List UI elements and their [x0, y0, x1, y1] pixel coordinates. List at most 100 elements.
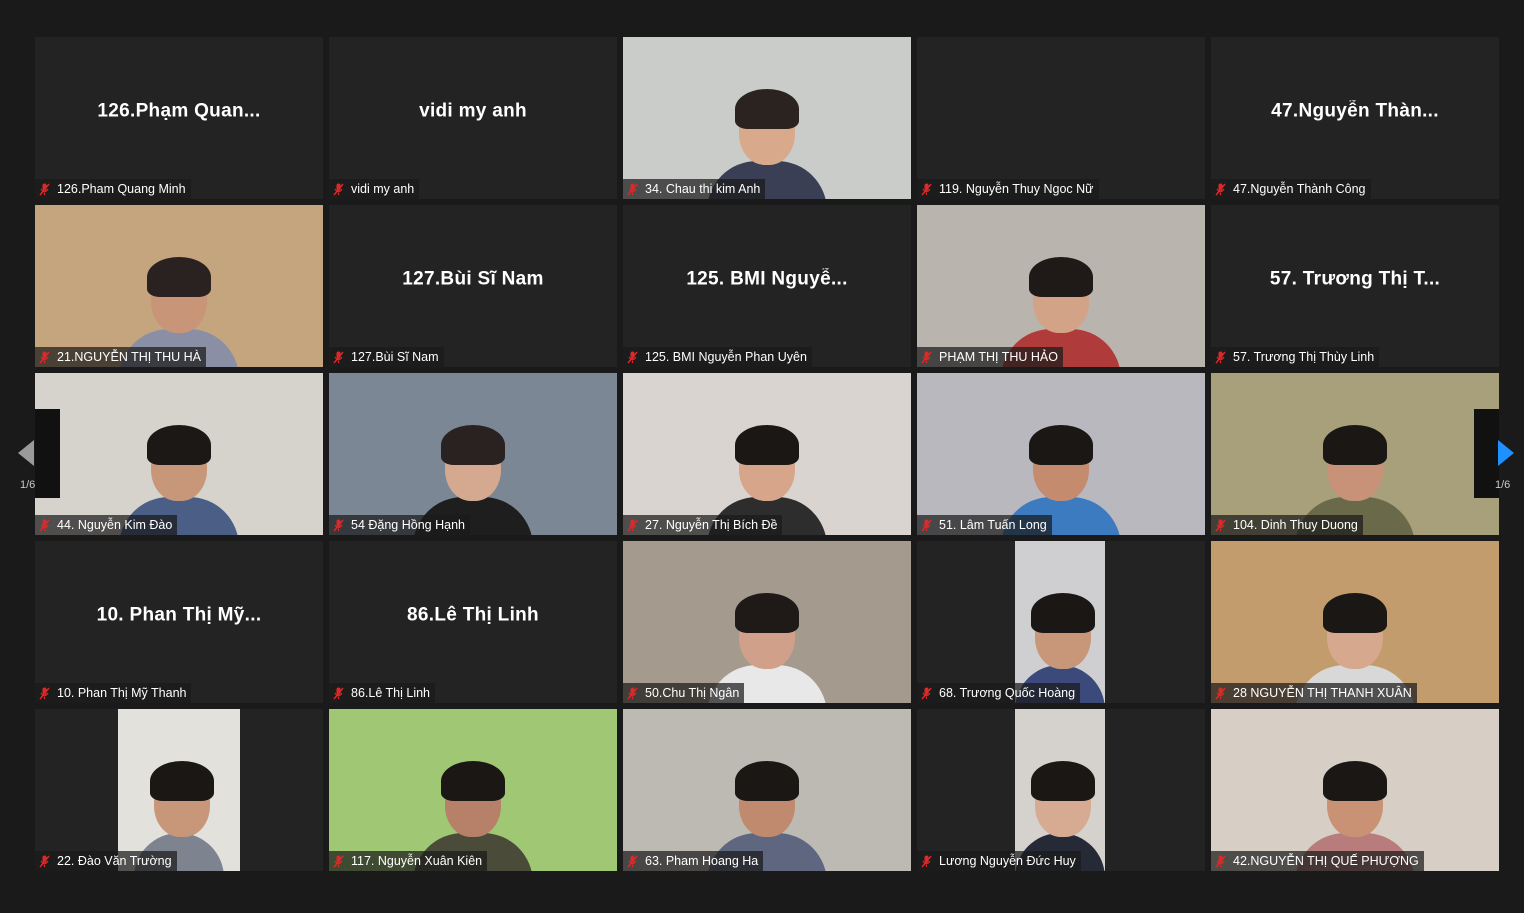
participant-video: [35, 373, 323, 535]
participant-tile[interactable]: 42.NGUYỄN THỊ QUẾ PHƯỢNG: [1211, 709, 1499, 871]
participant-name: 22. Đào Văn Trường: [57, 854, 172, 868]
participant-tile[interactable]: 63. Pham Hoang Ha: [623, 709, 911, 871]
chevron-left-icon: [18, 440, 34, 466]
participant-tile[interactable]: 27. Nguyễn Thị Bích Đề: [623, 373, 911, 535]
participant-tile[interactable]: 126.Phạm Quan... 126.Pham Quang Minh: [35, 37, 323, 199]
muted-mic-icon: [39, 351, 50, 363]
participant-tile[interactable]: 34. Chau thi kim Anh: [623, 37, 911, 199]
muted-mic-icon: [921, 519, 932, 531]
participant-tile[interactable]: 54 Đặng Hồng Hạnh: [329, 373, 617, 535]
participant-name-tag: 104. Dinh Thuy Duong: [1211, 515, 1363, 535]
participant-name: 27. Nguyễn Thị Bích Đề: [645, 518, 778, 532]
participant-name-tag: 28 NGUYỄN THỊ THANH XUÂN: [1211, 683, 1417, 703]
muted-mic-icon: [39, 183, 50, 195]
participant-name-tag: 47.Nguyễn Thành Công: [1211, 179, 1371, 199]
muted-mic-icon: [333, 183, 344, 195]
participant-display-name: 127.Bùi Sĩ Nam: [402, 268, 544, 290]
muted-mic-icon: [627, 687, 638, 699]
participant-name-tag: 27. Nguyễn Thị Bích Đề: [623, 515, 783, 535]
participant-tile[interactable]: 44. Nguyễn Kim Đào: [35, 373, 323, 535]
muted-mic-icon: [921, 351, 932, 363]
muted-mic-icon: [627, 519, 638, 531]
participant-tile[interactable]: PHẠM THỊ THU HẢO: [917, 205, 1205, 367]
muted-mic-icon: [333, 351, 344, 363]
participant-name: 21.NGUYỄN THỊ THU HÀ: [57, 350, 202, 364]
muted-mic-icon: [627, 183, 638, 195]
participant-name-tag: 119. Nguyễn Thuy Ngoc Nữ: [917, 179, 1099, 199]
participant-name: 126.Pham Quang Minh: [57, 182, 186, 196]
participant-name-tag: 22. Đào Văn Trường: [35, 851, 177, 871]
participant-video: [1211, 709, 1499, 871]
participant-name: vidi my anh: [351, 182, 415, 196]
participant-tile[interactable]: vidi my anh vidi my anh: [329, 37, 617, 199]
muted-mic-icon: [627, 855, 638, 867]
participant-name: 68. Trương Quốc Hoàng: [939, 686, 1076, 700]
participant-name: 117. Nguyễn Xuân Kiên: [351, 854, 483, 868]
muted-mic-icon: [39, 519, 50, 531]
participant-name-tag: 50.Chu Thị Ngân: [623, 683, 745, 703]
prev-page-button[interactable]: 1/6: [18, 409, 60, 498]
muted-mic-icon: [627, 351, 638, 363]
participant-tile[interactable]: 125. BMI Nguyễ... 125. BMI Nguyễn Phan Uy…: [623, 205, 911, 367]
muted-mic-icon: [1215, 351, 1226, 363]
muted-mic-icon: [333, 687, 344, 699]
participant-tile[interactable]: 21.NGUYỄN THỊ THU HÀ: [35, 205, 323, 367]
participant-name-tag: 126.Pham Quang Minh: [35, 179, 191, 199]
participant-tile[interactable]: 104. Dinh Thuy Duong: [1211, 373, 1499, 535]
participant-tile[interactable]: 127.Bùi Sĩ Nam 127.Bùi Sĩ Nam: [329, 205, 617, 367]
muted-mic-icon: [1215, 855, 1226, 867]
participant-display-name: vidi my anh: [419, 100, 527, 122]
participant-display-name: 57. Trương Thị T...: [1269, 268, 1441, 290]
participant-name-tag: 86.Lê Thị Linh: [329, 683, 435, 703]
participant-video: [1211, 373, 1499, 535]
participant-video: [329, 373, 617, 535]
participant-name: 125. BMI Nguyễn Phan Uyên: [645, 350, 807, 364]
participant-name-tag: 54 Đặng Hồng Hạnh: [329, 515, 470, 535]
participant-name-tag: 68. Trương Quốc Hoàng: [917, 683, 1081, 703]
participant-name-tag: 42.NGUYỄN THỊ QUẾ PHƯỢNG: [1211, 851, 1424, 871]
participant-name-tag: 51. Lâm Tuấn Long: [917, 515, 1052, 535]
participant-name: 28 NGUYỄN THỊ THANH XUÂN: [1233, 686, 1412, 700]
participant-name-tag: 34. Chau thi kim Anh: [623, 179, 766, 199]
page-indicator-left: 1/6: [20, 479, 36, 491]
participant-name: 42.NGUYỄN THỊ QUẾ PHƯỢNG: [1233, 854, 1419, 868]
participant-tile[interactable]: 22. Đào Văn Trường: [35, 709, 323, 871]
participant-name-tag: 125. BMI Nguyễn Phan Uyên: [623, 347, 812, 367]
next-page-button[interactable]: 1/6: [1474, 409, 1514, 498]
participant-video: [1015, 541, 1105, 703]
participant-display-name: 125. BMI Nguyễ...: [686, 268, 848, 290]
muted-mic-icon: [921, 855, 932, 867]
participant-tile[interactable]: 10. Phan Thị Mỹ... 10. Phan Thị Mỹ Thanh: [35, 541, 323, 703]
participant-gallery: 126.Phạm Quan... 126.Pham Quang Minh vidi …: [35, 37, 1499, 871]
participant-tile[interactable]: 47.Nguyễn Thàn... 47.Nguyễn Thành Công: [1211, 37, 1499, 199]
muted-mic-icon: [39, 687, 50, 699]
participant-display-name: 47.Nguyễn Thàn...: [1271, 100, 1439, 122]
participant-name-tag: 117. Nguyễn Xuân Kiên: [329, 851, 488, 871]
participant-name: 51. Lâm Tuấn Long: [939, 518, 1047, 532]
muted-mic-icon: [333, 519, 344, 531]
participant-tile[interactable]: 51. Lâm Tuấn Long: [917, 373, 1205, 535]
participant-video: [623, 709, 911, 871]
participant-tile[interactable]: 86.Lê Thị Linh 86.Lê Thị Linh: [329, 541, 617, 703]
muted-mic-icon: [921, 183, 932, 195]
participant-tile[interactable]: 68. Trương Quốc Hoàng: [917, 541, 1205, 703]
participant-name-tag: Lương Nguyễn Đức Huy: [917, 851, 1081, 871]
participant-name-tag: 57. Trương Thị Thùy Linh: [1211, 347, 1380, 367]
participant-name-tag: 63. Pham Hoang Ha: [623, 851, 764, 871]
participant-name: 50.Chu Thị Ngân: [645, 686, 740, 700]
participant-tile[interactable]: 117. Nguyễn Xuân Kiên: [329, 709, 617, 871]
participant-tile[interactable]: 28 NGUYỄN THỊ THANH XUÂN: [1211, 541, 1499, 703]
participant-video: [917, 205, 1205, 367]
participant-tile[interactable]: 57. Trương Thị T... 57. Trương Thị Thùy L…: [1211, 205, 1499, 367]
participant-tile[interactable]: Lương Nguyễn Đức Huy: [917, 709, 1205, 871]
participant-video: [623, 37, 911, 199]
participant-video: [623, 541, 911, 703]
participant-tile[interactable]: 50.Chu Thị Ngân: [623, 541, 911, 703]
participant-video: [35, 205, 323, 367]
participant-name-tag: 127.Bùi Sĩ Nam: [329, 347, 444, 367]
participant-name-tag: 10. Phan Thị Mỹ Thanh: [35, 683, 192, 703]
participant-video: [1211, 541, 1499, 703]
participant-tile[interactable]: 119. Nguyễn Thuy Ngoc Nữ: [917, 37, 1205, 199]
participant-name: 44. Nguyễn Kim Đào: [57, 518, 173, 532]
participant-name: 104. Dinh Thuy Duong: [1233, 518, 1358, 532]
